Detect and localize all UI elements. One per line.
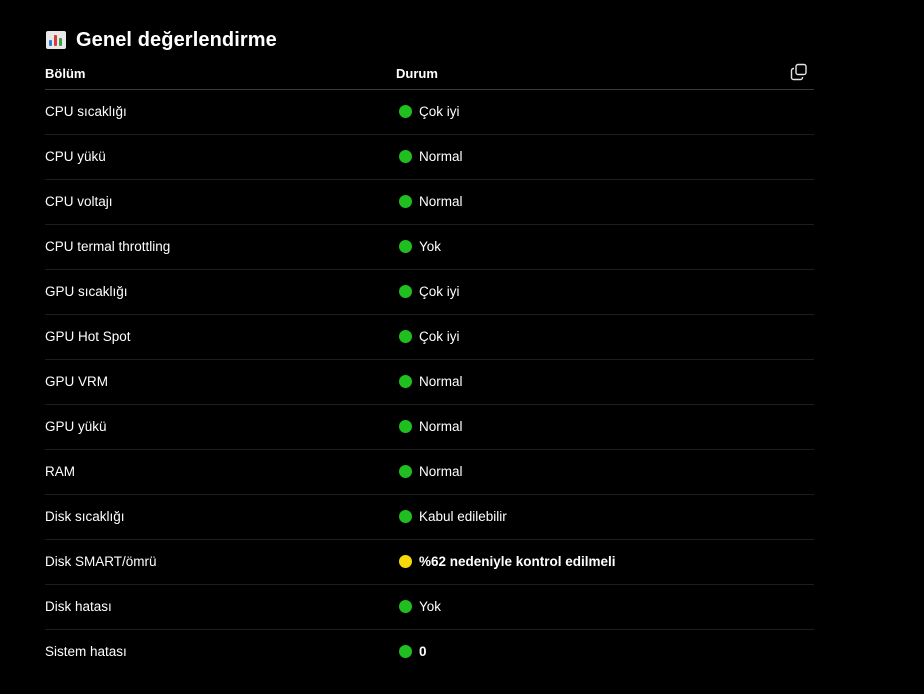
status-dot-icon: [399, 420, 412, 433]
table-row: Sistem hatası 0: [45, 630, 814, 674]
table-row: GPU yükü Normal: [45, 405, 814, 450]
row-status: Normal: [399, 419, 463, 434]
row-section-label: Disk hatası: [45, 599, 112, 614]
status-dot-icon: [399, 510, 412, 523]
status-dot-icon: [399, 555, 412, 568]
column-header-section: Bölüm: [45, 66, 86, 81]
row-section-label: CPU termal throttling: [45, 239, 171, 254]
status-text: Normal: [419, 419, 463, 434]
section-heading: Genel değerlendirme: [46, 27, 277, 53]
row-section-label: CPU voltajı: [45, 194, 113, 209]
row-status: Çok iyi: [399, 284, 460, 299]
status-text: Normal: [419, 149, 463, 164]
column-header-status: Durum: [396, 66, 438, 81]
status-dot-icon: [399, 285, 412, 298]
section-title: Genel değerlendirme: [76, 28, 277, 51]
status-table: Bölüm Durum CPU sıcaklığı Çok iyi CPU yükü…: [45, 60, 814, 674]
status-text: Kabul edilebilir: [419, 509, 507, 524]
table-row: Disk hatası Yok: [45, 585, 814, 630]
status-text: Çok iyi: [419, 104, 460, 119]
table-row: GPU sıcaklığı Çok iyi: [45, 270, 814, 315]
status-dot-icon: [399, 240, 412, 253]
table-row: Disk sıcaklığı Kabul edilebilir: [45, 495, 814, 540]
bar-chart-icon: [46, 31, 66, 49]
row-section-label: Disk SMART/ömrü: [45, 554, 157, 569]
row-section-label: CPU yükü: [45, 149, 106, 164]
row-status: Yok: [399, 239, 441, 254]
row-status: Normal: [399, 149, 463, 164]
status-text: Çok iyi: [419, 329, 460, 344]
status-dot-icon: [399, 330, 412, 343]
row-section-label: CPU sıcaklığı: [45, 104, 127, 119]
table-header: Bölüm Durum: [45, 60, 814, 90]
status-text: Yok: [419, 599, 442, 614]
row-section-label: GPU yükü: [45, 419, 107, 434]
status-dot-icon: [399, 465, 412, 478]
table-row: CPU yükü Normal: [45, 135, 814, 180]
row-section-label: GPU Hot Spot: [45, 329, 131, 344]
row-section-label: Sistem hatası: [45, 644, 127, 659]
row-status: Çok iyi: [399, 104, 460, 119]
table-row: CPU termal throttling Yok: [45, 225, 814, 270]
row-status: Çok iyi: [399, 329, 460, 344]
status-text: Çok iyi: [419, 284, 460, 299]
status-text: 0: [419, 644, 427, 659]
table-row: CPU voltajı Normal: [45, 180, 814, 225]
row-status: %62 nedeniyle kontrol edilmeli: [399, 554, 616, 569]
row-section-label: GPU VRM: [45, 374, 109, 389]
row-section-label: Disk sıcaklığı: [45, 509, 125, 524]
row-status: Yok: [399, 599, 441, 614]
row-status: 0: [399, 644, 427, 659]
status-text: %62 nedeniyle kontrol edilmeli: [419, 554, 616, 569]
copy-icon[interactable]: [790, 63, 808, 81]
status-dot-icon: [399, 150, 412, 163]
table-row: Disk SMART/ömrü %62 nedeniyle kontrol edi…: [45, 540, 814, 585]
row-status: Normal: [399, 194, 463, 209]
status-dot-icon: [399, 105, 412, 118]
row-status: Kabul edilebilir: [399, 509, 507, 524]
status-text: Normal: [419, 194, 463, 209]
overview-panel: Genel değerlendirme Bölüm Durum CPU sıca…: [0, 0, 924, 694]
status-dot-icon: [399, 600, 412, 613]
status-dot-icon: [399, 645, 412, 658]
status-dot-icon: [399, 375, 412, 388]
table-row: GPU VRM Normal: [45, 360, 814, 405]
status-text: Yok: [419, 239, 442, 254]
status-text: Normal: [419, 464, 463, 479]
table-row: CPU sıcaklığı Çok iyi: [45, 90, 814, 135]
row-section-label: GPU sıcaklığı: [45, 284, 128, 299]
table-row: GPU Hot Spot Çok iyi: [45, 315, 814, 360]
row-section-label: RAM: [45, 464, 75, 479]
table-body: CPU sıcaklığı Çok iyi CPU yükü Normal CPU vo…: [45, 90, 814, 674]
status-dot-icon: [399, 195, 412, 208]
table-row: RAM Normal: [45, 450, 814, 495]
row-status: Normal: [399, 374, 463, 389]
status-text: Normal: [419, 374, 463, 389]
row-status: Normal: [399, 464, 463, 479]
